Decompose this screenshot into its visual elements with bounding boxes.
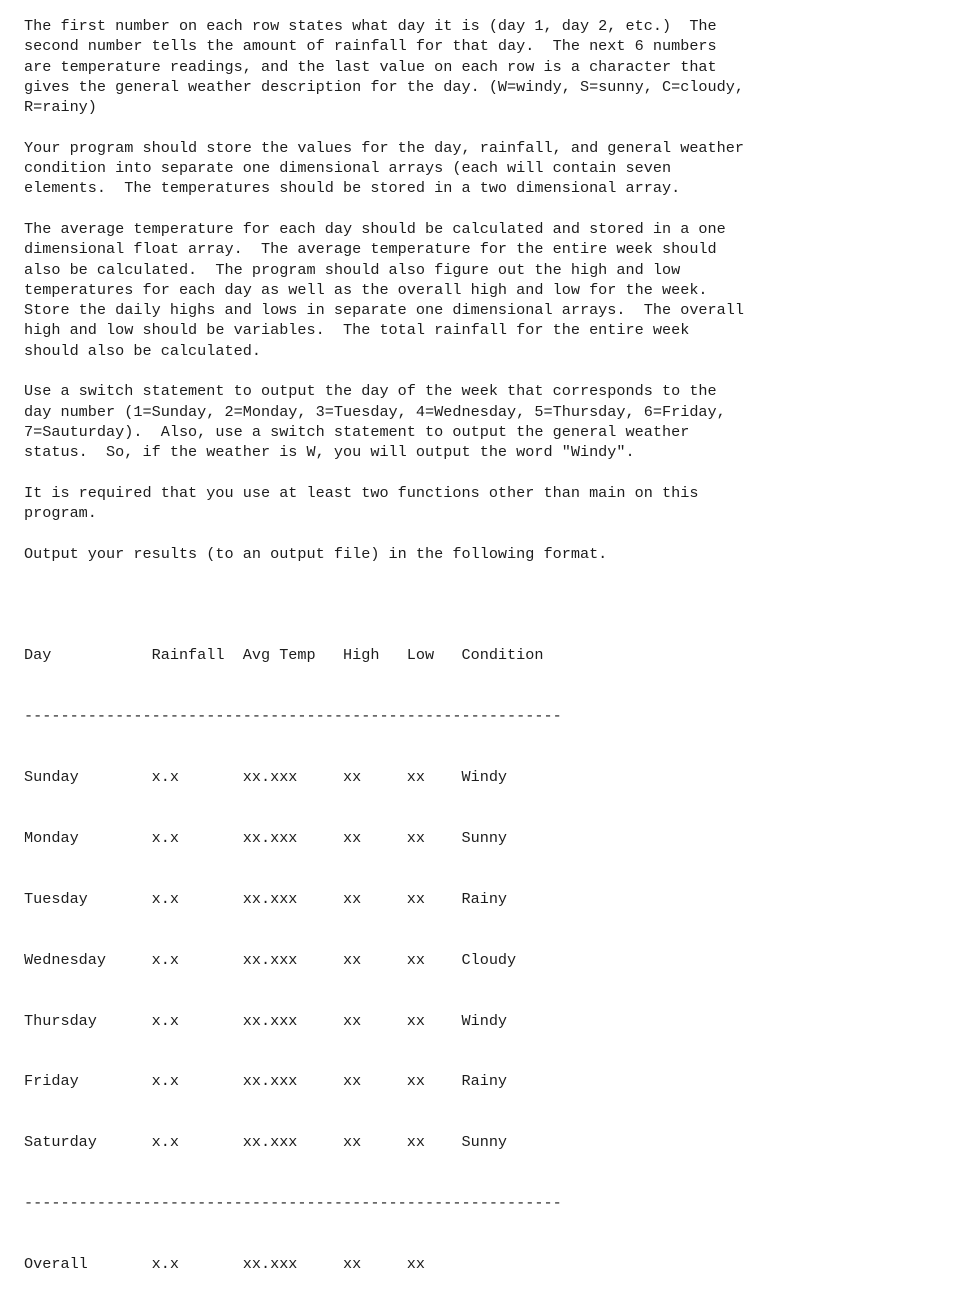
table-row: Tuesday x.x xx.xxx xx xx Rainy <box>24 889 508 908</box>
table-separator-top: ----------------------------------------… <box>24 707 562 726</box>
paragraph-data-format: The first number on each row states what… <box>24 17 745 117</box>
paragraph-calculations: The average temperature for each day sho… <box>24 219 745 360</box>
table-row: Friday x.x xx.xxx xx xx Rainy <box>24 1072 508 1091</box>
paragraph-switch-statement: Use a switch statement to output the day… <box>24 382 726 462</box>
assignment-document: The first number on each row states what… <box>0 0 958 1315</box>
paragraph-output-format-intro: Output your results (to an output file) … <box>24 544 608 563</box>
table-row: Saturday x.x xx.xxx xx xx Sunny <box>24 1133 508 1152</box>
table-row: Wednesday x.x xx.xxx xx xx Cloudy <box>24 950 517 969</box>
table-spacer <box>24 584 958 604</box>
paragraph-functions-requirement: It is required that you use at least two… <box>24 483 699 523</box>
table-row: Monday x.x xx.xxx xx xx Sunny <box>24 828 508 847</box>
output-format-table: Day Rainfall Avg Temp High Low Condition… <box>24 605 958 1315</box>
paragraph-storage-requirements: Your program should store the values for… <box>24 138 745 198</box>
table-header-row: Day Rainfall Avg Temp High Low Condition <box>24 646 544 665</box>
table-row: Thursday x.x xx.xxx xx xx Windy <box>24 1011 508 1030</box>
table-row: Sunday x.x xx.xxx xx xx Windy <box>24 767 508 786</box>
table-overall-row: Overall x.x xx.xxx xx xx <box>24 1255 426 1274</box>
table-separator-bottom: ----------------------------------------… <box>24 1194 562 1213</box>
